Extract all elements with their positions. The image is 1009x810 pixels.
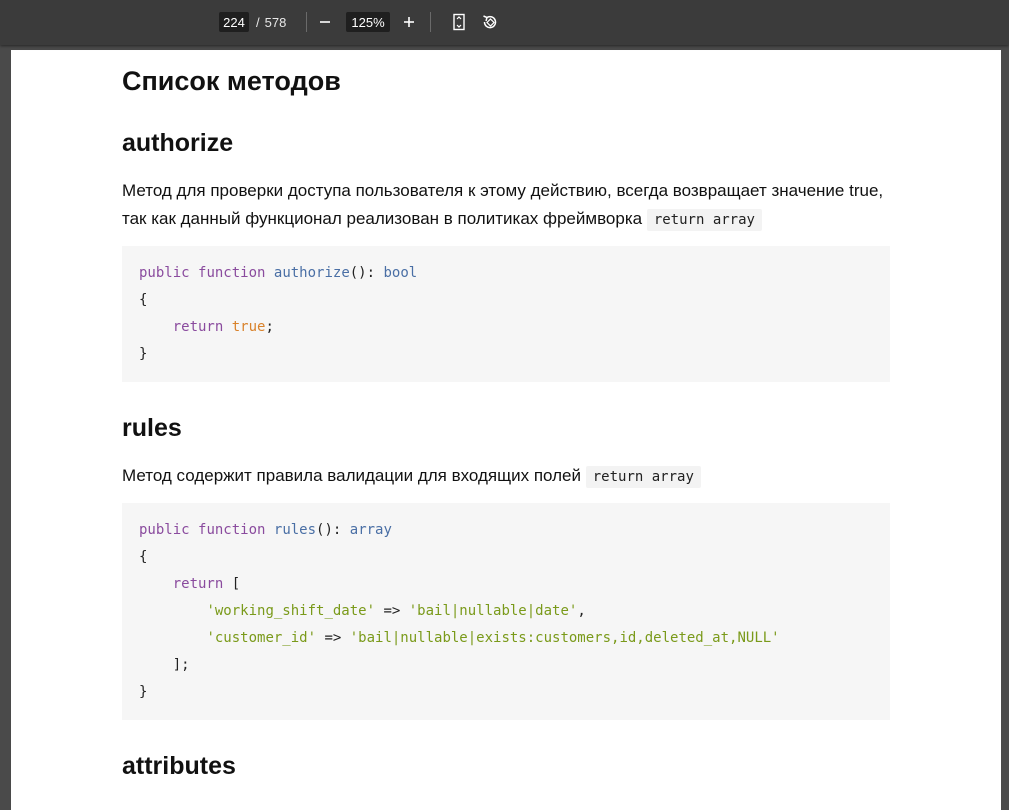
zoom-in-button[interactable] <box>396 10 422 34</box>
fit-page-button[interactable] <box>446 10 472 34</box>
section-title-attributes: attributes <box>122 752 236 780</box>
description-text: Метод содержит правила валидации для вхо… <box>122 466 581 485</box>
code-keyword: return <box>172 576 224 592</box>
code-string: 'customer_id' <box>206 630 317 646</box>
code-line: } <box>139 341 873 368</box>
section-description-rules: Метод содержит правила валидации для вхо… <box>122 462 890 491</box>
code-punct: (): <box>349 265 384 281</box>
toolbar-divider <box>306 12 307 32</box>
code-function-name: rules <box>273 522 317 538</box>
code-punct: } <box>139 346 148 362</box>
code-punct: { <box>139 292 148 308</box>
minus-icon <box>320 21 330 23</box>
section-description-authorize: Метод для проверки доступа пользователя … <box>122 177 890 234</box>
code-keyword: function <box>198 265 266 281</box>
code-type: array <box>349 522 392 538</box>
description-text: Метод для проверки доступа пользователя … <box>122 181 884 228</box>
fit-page-icon <box>453 13 465 31</box>
code-keyword: return <box>172 319 224 335</box>
inline-code: return array <box>646 209 762 231</box>
code-line: return true; <box>139 314 873 341</box>
code-line: 'customer_id' => 'bail|nullable|exists:c… <box>139 625 873 652</box>
section-title-rules: rules <box>122 414 182 442</box>
code-type: bool <box>383 265 418 281</box>
plus-icon <box>404 17 414 27</box>
page-total: 578 <box>264 14 287 30</box>
code-line: ]; <box>139 652 873 679</box>
code-string: 'bail|nullable|exists:customers,id,delet… <box>349 630 780 646</box>
code-punct: { <box>139 549 148 565</box>
page-separator: / <box>256 14 260 30</box>
code-punct: [ <box>223 576 241 592</box>
page-navigator: / 578 <box>219 12 286 32</box>
code-punct: } <box>139 684 148 700</box>
code-block-rules: public function rules(): array { return [… <box>122 503 890 720</box>
code-function-name: authorize <box>273 265 350 281</box>
toolbar-divider <box>430 12 431 32</box>
code-line: public function rules(): array <box>139 517 873 544</box>
rotate-button[interactable] <box>477 10 503 34</box>
rotate-icon <box>483 15 497 29</box>
code-line: } <box>139 679 873 706</box>
zoom-out-button[interactable] <box>312 10 338 34</box>
code-punct: => <box>316 630 350 646</box>
inline-code: return array <box>585 466 701 488</box>
code-line: { <box>139 544 873 571</box>
page-title: Список методов <box>122 66 341 96</box>
code-keyword: public <box>139 265 190 281</box>
zoom-level-input[interactable] <box>346 12 390 32</box>
code-string: 'working_shift_date' <box>206 603 376 619</box>
code-punct: , <box>577 603 586 619</box>
code-line: return [ <box>139 571 873 598</box>
code-punct: => <box>375 603 409 619</box>
code-line: { <box>139 287 873 314</box>
code-punct: (): <box>316 522 350 538</box>
section-title-authorize: authorize <box>122 129 234 157</box>
code-line: public function authorize(): bool <box>139 260 873 287</box>
page-number-input[interactable] <box>219 12 249 32</box>
code-punct: ]; <box>172 657 190 673</box>
code-keyword: function <box>198 522 266 538</box>
pdf-page: Список методов authorize Метод для прове… <box>11 50 1001 810</box>
code-string: 'bail|nullable|date' <box>408 603 578 619</box>
code-block-authorize: public function authorize(): bool { retur… <box>122 246 890 382</box>
pdf-toolbar: / 578 <box>0 0 1009 45</box>
code-keyword: public <box>139 522 190 538</box>
code-punct: ; <box>265 319 274 335</box>
code-literal: true <box>231 319 266 335</box>
code-line: 'working_shift_date' => 'bail|nullable|d… <box>139 598 873 625</box>
